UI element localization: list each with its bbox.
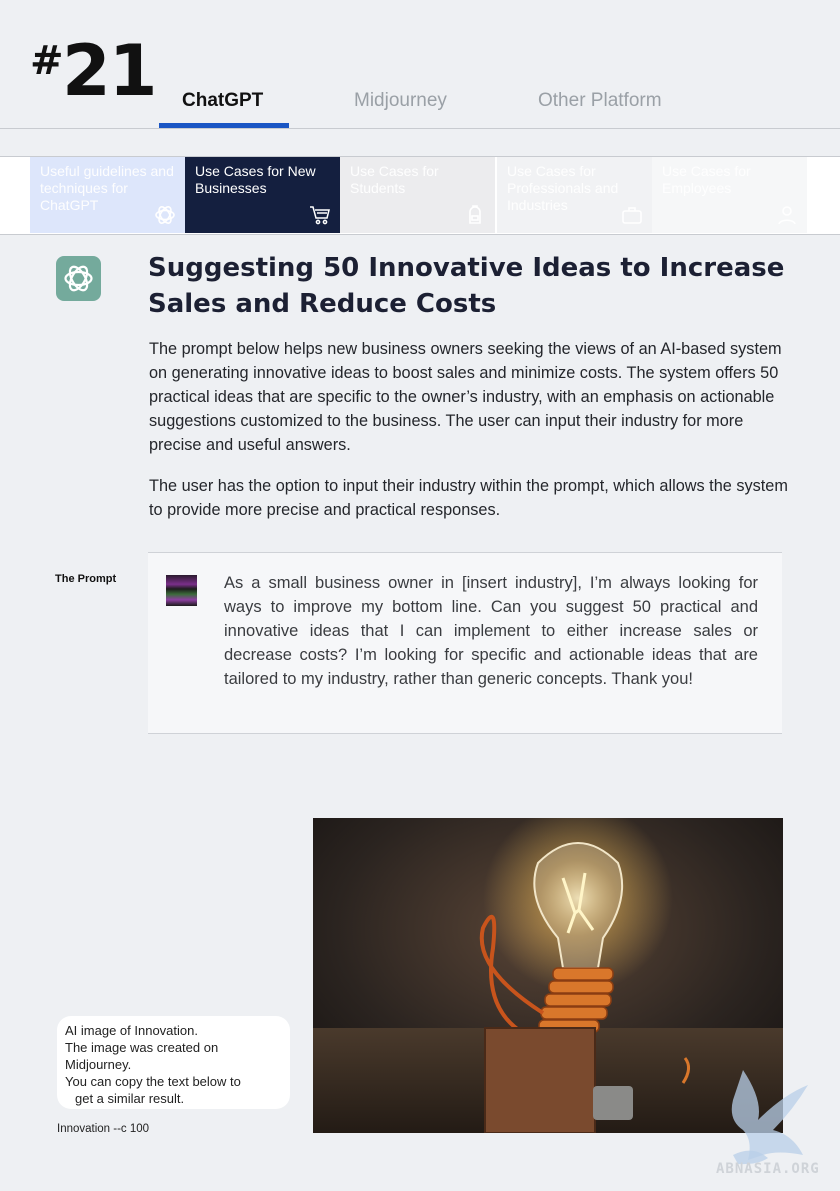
caption-line: The image was created on — [65, 1040, 219, 1055]
person-icon — [778, 206, 796, 225]
chatgpt-logo-icon — [56, 256, 101, 301]
category-label: Use Cases for New Businesses — [195, 163, 316, 196]
article-paragraph-1: The prompt below helps new business owne… — [149, 340, 782, 454]
page-number-value: 21 — [62, 30, 157, 112]
tab-other-platform[interactable]: Other Platform — [538, 90, 662, 112]
page-header: # 21 ChatGPT Midjourney Other Platform — [0, 0, 840, 130]
category-employees[interactable]: Use Cases for Employees — [652, 157, 807, 233]
briefcase-icon — [622, 207, 642, 224]
caption-line: Midjourney. — [65, 1057, 132, 1072]
category-strip: Useful guidelines and techniques for Cha… — [0, 156, 840, 235]
caption-line: You can copy the text below to — [65, 1074, 241, 1089]
caption-line: get a similar result. — [75, 1091, 185, 1106]
prompt-text[interactable]: As a small business owner in [insert ind… — [224, 571, 758, 691]
image-caption: AI image of Innovation. The image was cr… — [57, 1016, 290, 1109]
article-paragraph-2: The user has the option to input their i… — [149, 477, 788, 519]
category-new-businesses[interactable]: Use Cases for New Businesses — [185, 157, 340, 233]
tab-midjourney[interactable]: Midjourney — [354, 90, 447, 112]
category-label: Use Cases for Students — [350, 163, 439, 196]
openai-logo-icon — [155, 206, 175, 224]
header-divider — [0, 128, 840, 129]
category-guidelines[interactable]: Useful guidelines and techniques for Cha… — [30, 157, 185, 233]
category-students[interactable]: Use Cases for Students — [340, 157, 495, 233]
tab-chatgpt[interactable]: ChatGPT — [182, 90, 263, 112]
category-label: Use Cases for Employees — [662, 163, 751, 196]
category-professionals[interactable]: Use Cases for Professionals and Industri… — [497, 157, 652, 233]
midjourney-prompt-text[interactable]: Innovation --c 100 — [57, 1123, 149, 1135]
cart-icon — [310, 206, 330, 225]
article-title: Suggesting 50 Innovative Ideas to Increa… — [148, 253, 785, 319]
backpack-icon — [469, 205, 481, 224]
prompt-box: As a small business owner in [insert ind… — [148, 552, 782, 734]
page-number-hash: # — [30, 38, 64, 84]
caption-line: AI image of Innovation. — [65, 1023, 198, 1038]
watermark-text: ABNASIA.ORG — [716, 1161, 820, 1177]
user-avatar — [166, 575, 197, 606]
prompt-label: The Prompt — [55, 573, 117, 585]
